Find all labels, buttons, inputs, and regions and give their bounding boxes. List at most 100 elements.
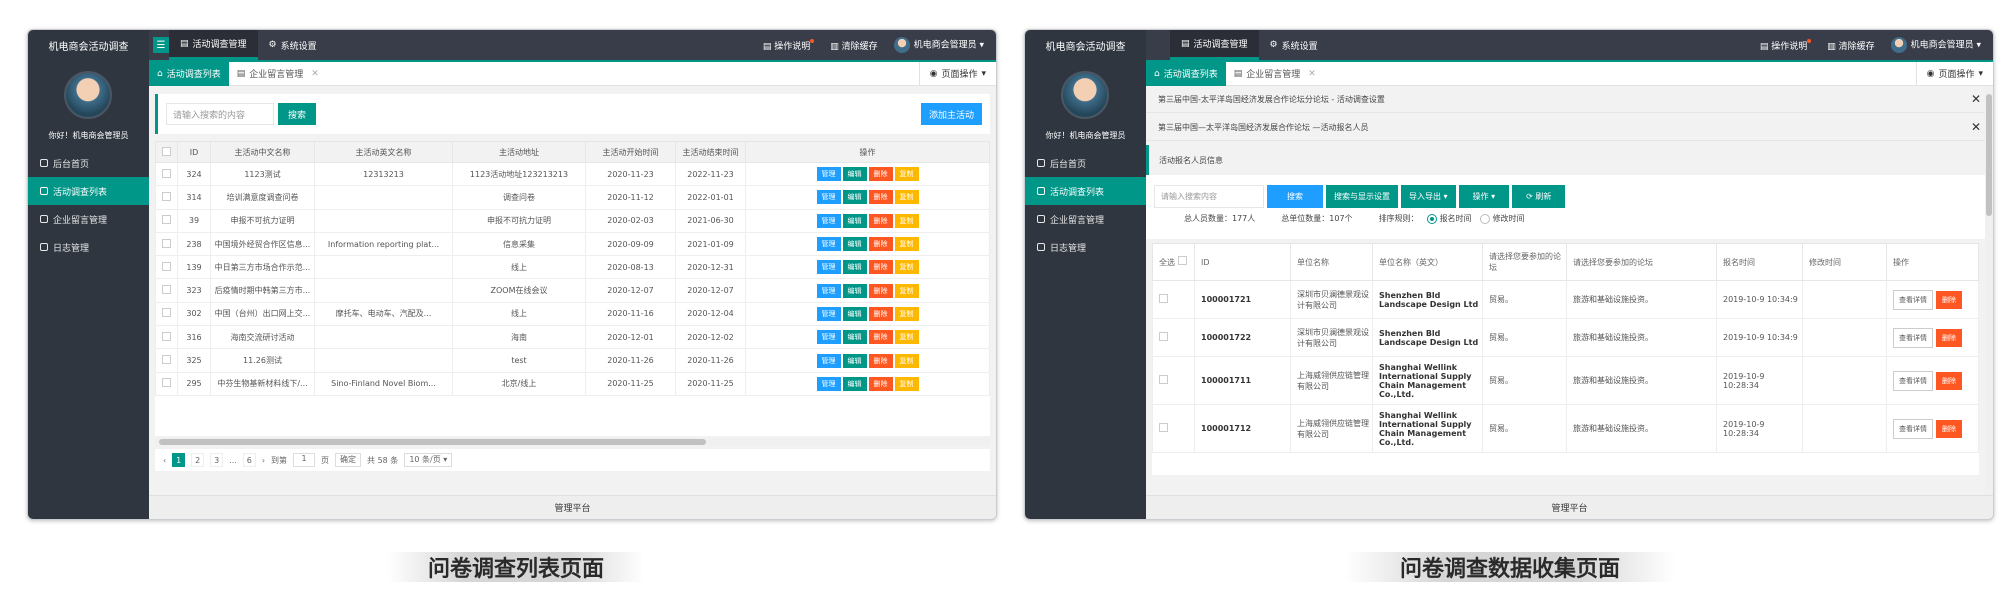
delete-button[interactable]: 删除 (1936, 371, 1962, 390)
page-tab-survey-list[interactable]: ⌂ 活动调查列表 (149, 61, 229, 86)
next-page-button[interactable]: › (262, 456, 265, 465)
close-icon[interactable]: ✕ (311, 69, 319, 79)
row-checkbox[interactable] (155, 231, 178, 257)
edit-button[interactable]: 编辑 (842, 283, 867, 298)
delete-button[interactable]: 删除 (868, 353, 893, 368)
user-menu[interactable]: 机电商会管理员 ▾ (1890, 37, 1981, 53)
page-tab-survey-list[interactable]: ⌂ 活动调查列表 (1146, 61, 1226, 86)
menu-toggle-icon[interactable]: ☰ (153, 37, 169, 53)
manage-button[interactable]: 管理 (816, 213, 841, 228)
manage-button[interactable]: 管理 (816, 330, 841, 345)
manage-button[interactable]: 管理 (816, 237, 841, 252)
row-checkbox[interactable] (155, 161, 178, 187)
page-1[interactable]: 1 (172, 453, 186, 467)
page-operations-dropdown[interactable]: ◉ 页面操作 ▾ (918, 61, 996, 86)
sidebar-item-logs[interactable]: 日志管理 (1025, 233, 1146, 261)
row-checkbox[interactable] (155, 208, 178, 233)
copy-button[interactable]: 复制 (894, 306, 919, 321)
delete-button[interactable]: 删除 (868, 190, 893, 205)
close-icon[interactable]: ✕ (1308, 69, 1316, 79)
view-details-button[interactable]: 查看详情 (1893, 418, 1933, 439)
tab-system-settings[interactable]: ⚙ 系统设置 (258, 30, 328, 60)
manage-button[interactable]: 管理 (816, 167, 841, 182)
search-input[interactable]: 请输入搜索内容 (1154, 185, 1264, 208)
edit-button[interactable]: 编辑 (842, 306, 867, 321)
edit-button[interactable]: 编辑 (842, 190, 867, 205)
sidebar-item-messages[interactable]: 企业留言管理 (1025, 205, 1146, 233)
delete-button[interactable]: 删除 (868, 260, 893, 275)
row-checkbox[interactable] (155, 348, 178, 373)
sidebar-item-messages[interactable]: 企业留言管理 (28, 205, 149, 233)
edit-button[interactable]: 编辑 (842, 353, 867, 368)
page-6[interactable]: 6 (242, 453, 256, 467)
tab-survey-management[interactable]: ▤ 活动调查管理 (1170, 30, 1259, 60)
tab-survey-management[interactable]: ▤ 活动调查管理 (169, 30, 258, 60)
page-size-select[interactable]: 10 条/页 ▾ (404, 453, 453, 467)
row-checkbox[interactable] (1152, 356, 1195, 405)
close-icon[interactable]: ✕ (1971, 92, 1981, 106)
edit-button[interactable]: 编辑 (842, 260, 867, 275)
search-display-settings-button[interactable]: 搜索与显示设置 (1326, 185, 1398, 208)
operation-dropdown[interactable]: 操作 ▾ (1458, 185, 1510, 208)
manage-button[interactable]: 管理 (816, 260, 841, 275)
close-icon[interactable]: ✕ (1971, 120, 1981, 134)
view-details-button[interactable]: 查看详情 (1893, 327, 1933, 348)
refresh-button[interactable]: ⟳ 刷新 (1512, 185, 1566, 208)
row-checkbox[interactable] (1152, 404, 1195, 453)
row-checkbox[interactable] (1152, 318, 1195, 357)
delete-button[interactable]: 删除 (868, 330, 893, 345)
copy-button[interactable]: 复制 (894, 353, 919, 368)
manage-button[interactable]: 管理 (816, 306, 841, 321)
page-tab-messages[interactable]: ▤ 企业留言管理 ✕ (1226, 62, 1324, 86)
delete-button[interactable]: 删除 (868, 306, 893, 321)
help-link[interactable]: ▤ 操作说明 (763, 38, 815, 52)
manage-button[interactable]: 管理 (816, 283, 841, 298)
copy-button[interactable]: 复制 (894, 376, 919, 391)
row-checkbox[interactable] (155, 185, 178, 210)
copy-button[interactable]: 复制 (894, 330, 919, 345)
delete-button[interactable]: 删除 (1936, 419, 1962, 438)
goto-confirm-button[interactable]: 确定 (335, 453, 362, 467)
delete-button[interactable]: 删除 (868, 283, 893, 298)
goto-page-input[interactable]: 1 (293, 453, 316, 467)
select-all-checkbox[interactable] (155, 141, 178, 163)
clear-cache-link[interactable]: ▥ 清除缓存 (830, 39, 877, 52)
search-button[interactable]: 搜索 (1267, 185, 1323, 208)
row-checkbox[interactable] (155, 278, 178, 303)
select-all-header[interactable]: 全选 (1152, 243, 1195, 281)
import-export-dropdown[interactable]: 导入导出 ▾ (1401, 185, 1456, 208)
delete-button[interactable]: 删除 (1936, 328, 1962, 347)
copy-button[interactable]: 复制 (894, 283, 919, 298)
copy-button[interactable]: 复制 (894, 190, 919, 205)
edit-button[interactable]: 编辑 (842, 330, 867, 345)
delete-button[interactable]: 删除 (868, 167, 893, 182)
search-button[interactable]: 搜索 (278, 103, 317, 125)
sidebar-item-home[interactable]: 后台首页 (28, 149, 149, 177)
delete-button[interactable]: 删除 (868, 237, 893, 252)
sidebar-item-logs[interactable]: 日志管理 (28, 233, 149, 261)
edit-button[interactable]: 编辑 (842, 167, 867, 182)
add-activity-button[interactable]: 添加主活动 (920, 103, 982, 125)
page-tab-messages[interactable]: ▤ 企业留言管理 ✕ (229, 62, 327, 86)
view-details-button[interactable]: 查看详情 (1893, 370, 1933, 391)
row-checkbox[interactable] (1152, 280, 1195, 319)
manage-button[interactable]: 管理 (816, 376, 841, 391)
copy-button[interactable]: 复制 (894, 213, 919, 228)
edit-button[interactable]: 编辑 (842, 376, 867, 391)
row-checkbox[interactable] (155, 325, 178, 350)
scroll-thumb[interactable] (159, 439, 706, 445)
delete-button[interactable]: 删除 (1936, 290, 1962, 309)
clear-cache-link[interactable]: ▥ 清除缓存 (1827, 39, 1874, 52)
page-3[interactable]: 3 (210, 453, 224, 467)
copy-button[interactable]: 复制 (894, 260, 919, 275)
view-details-button[interactable]: 查看详情 (1893, 289, 1933, 310)
tab-system-settings[interactable]: ⚙ 系统设置 (1259, 30, 1329, 60)
page-2[interactable]: 2 (191, 453, 205, 467)
row-checkbox[interactable] (155, 371, 178, 396)
prev-page-button[interactable]: ‹ (163, 456, 166, 465)
user-menu[interactable]: 机电商会管理员 ▾ (893, 37, 984, 53)
sidebar-item-survey-list[interactable]: 活动调查列表 (28, 177, 149, 205)
delete-button[interactable]: 删除 (868, 213, 893, 228)
sidebar-item-survey-list[interactable]: 活动调查列表 (1025, 177, 1146, 205)
row-checkbox[interactable] (155, 255, 178, 280)
